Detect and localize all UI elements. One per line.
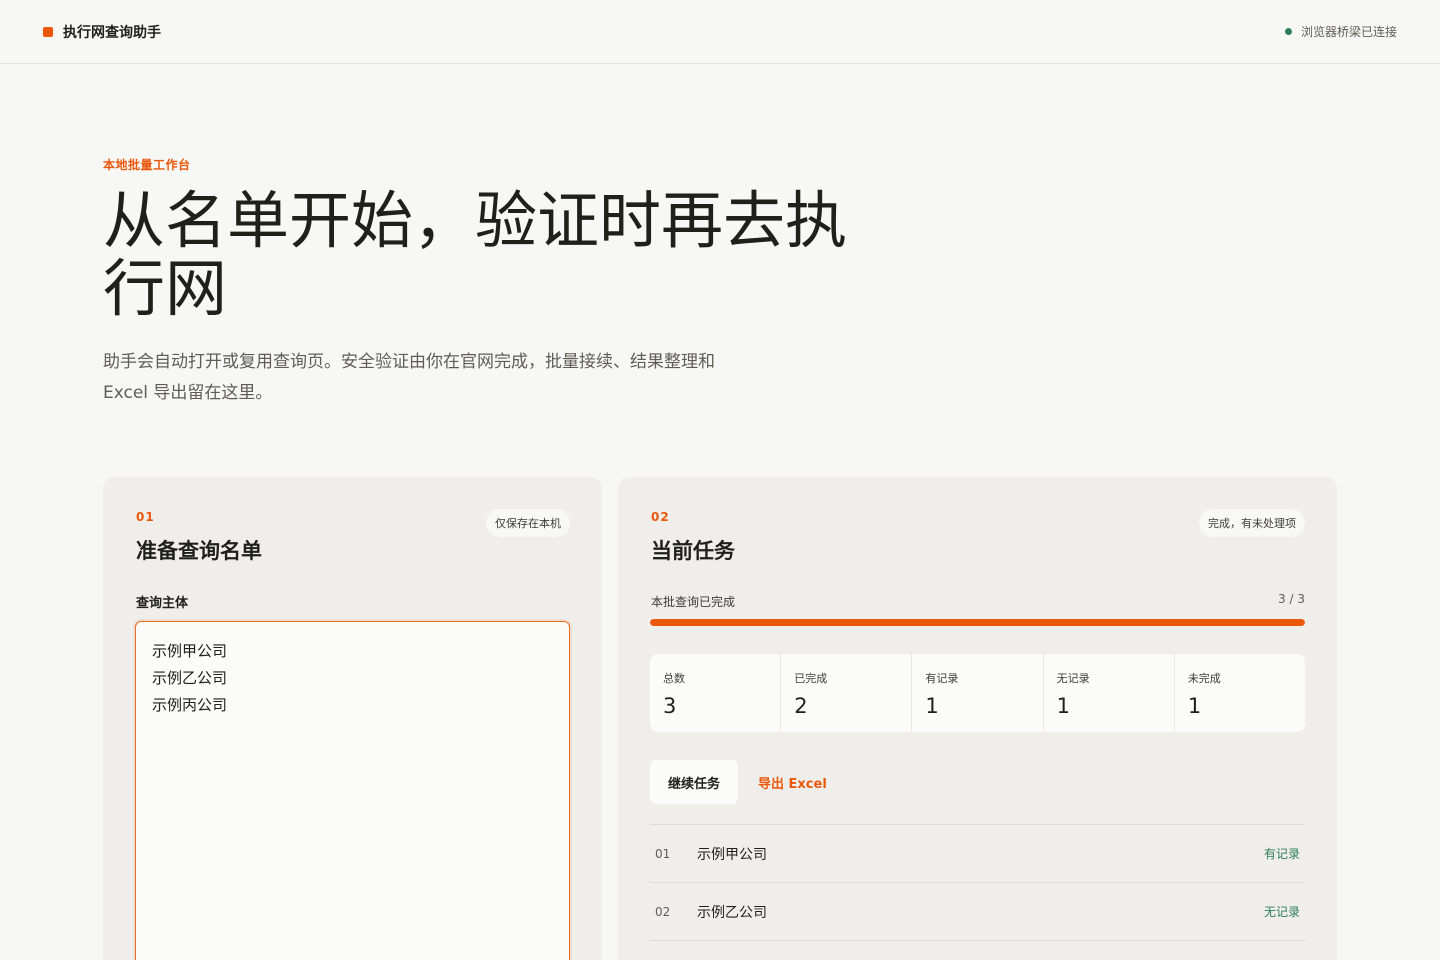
stat-value: 3 — [663, 694, 677, 718]
task-status-badge: 完成，有未处理项 — [1199, 509, 1305, 537]
prepare-list-card: 01 准备查询名单 仅保存在本机 查询主体 示例甲公司 示例乙公司 示例丙公司 — [103, 477, 602, 960]
connection-status-label: 浏览器桥梁已连接 — [1300, 25, 1397, 39]
stat-value: 2 — [794, 694, 808, 718]
row-number: 01 — [655, 846, 671, 861]
stat-label: 无记录 — [1056, 672, 1090, 685]
export-excel-button[interactable]: 导出 Excel — [758, 760, 827, 804]
stat-unfinished: 未完成 1 — [1175, 654, 1305, 732]
row-number: 02 — [655, 904, 671, 919]
brand: 执行网查询助手 — [43, 22, 161, 42]
card-title: 当前任务 — [651, 539, 735, 563]
list-entry: 示例乙公司 — [152, 669, 228, 687]
stat-label: 总数 — [663, 672, 685, 685]
list-entry: 示例丙公司 — [152, 696, 228, 714]
stat-value: 1 — [925, 694, 939, 718]
stat-label: 未完成 — [1187, 672, 1221, 685]
list-entry: 示例甲公司 — [152, 642, 228, 660]
stat-label: 已完成 — [794, 672, 828, 685]
continue-task-button[interactable]: 继续任务 — [650, 760, 738, 804]
stat-value: 1 — [1187, 694, 1202, 718]
stat-with-record: 有记录 1 — [912, 654, 1044, 732]
stat-total: 总数 3 — [650, 654, 782, 732]
top-bar: 执行网查询助手 浏览器桥梁已连接 — [0, 0, 1440, 64]
hero-eyebrow: 本地批量工作台 — [103, 158, 191, 172]
progress-bar-fill — [650, 619, 1305, 626]
step-number: 01 — [136, 510, 155, 524]
progress-label: 本批查询已完成 — [651, 595, 736, 609]
stat-value: 1 — [1056, 694, 1070, 718]
status-dot-icon — [1284, 28, 1292, 35]
progress-bar — [650, 619, 1305, 626]
list-item[interactable]: 02 示例乙公司 无记录 — [650, 883, 1305, 941]
connection-status: 浏览器桥梁已连接 — [1284, 23, 1397, 40]
stat-no-record: 无记录 1 — [1044, 654, 1175, 732]
hero: 本地批量工作台 从名单开始，验证时再去执行网 助手会自动打开或复用查询页。安全验… — [103, 156, 863, 409]
query-subject-label: 查询主体 — [136, 596, 189, 611]
hero-description: 助手会自动打开或复用查询页。安全验证由你在官网完成，批量接续、结果整理和 Exc… — [103, 352, 715, 403]
local-storage-badge: 仅保存在本机 — [486, 509, 570, 537]
status-badge: 有记录 — [1263, 847, 1300, 861]
step-number: 02 — [651, 510, 670, 524]
card-title: 准备查询名单 — [136, 539, 262, 563]
row-name: 示例乙公司 — [697, 904, 767, 921]
query-subject-input[interactable]: 示例甲公司 示例乙公司 示例丙公司 — [135, 621, 570, 960]
status-badge: 无记录 — [1263, 905, 1300, 919]
list-item[interactable]: 01 示例甲公司 有记录 — [650, 825, 1305, 883]
brand-logo-icon — [43, 26, 53, 37]
result-list: 01 示例甲公司 有记录 02 示例乙公司 无记录 — [650, 824, 1305, 941]
stat-completed: 已完成 2 — [781, 654, 913, 732]
stat-label: 有记录 — [925, 672, 959, 685]
page-title: 从名单开始，验证时再去执行网 — [103, 184, 848, 325]
app-title: 执行网查询助手 — [63, 24, 161, 41]
current-task-card: 02 当前任务 完成，有未处理项 本批查询已完成 3 / 3 总数 3 已完成 … — [618, 477, 1337, 960]
row-name: 示例甲公司 — [697, 846, 767, 863]
task-stats: 总数 3 已完成 2 有记录 1 无记录 1 未完成 1 — [650, 654, 1305, 732]
progress-count: 3 / 3 — [1278, 592, 1305, 606]
